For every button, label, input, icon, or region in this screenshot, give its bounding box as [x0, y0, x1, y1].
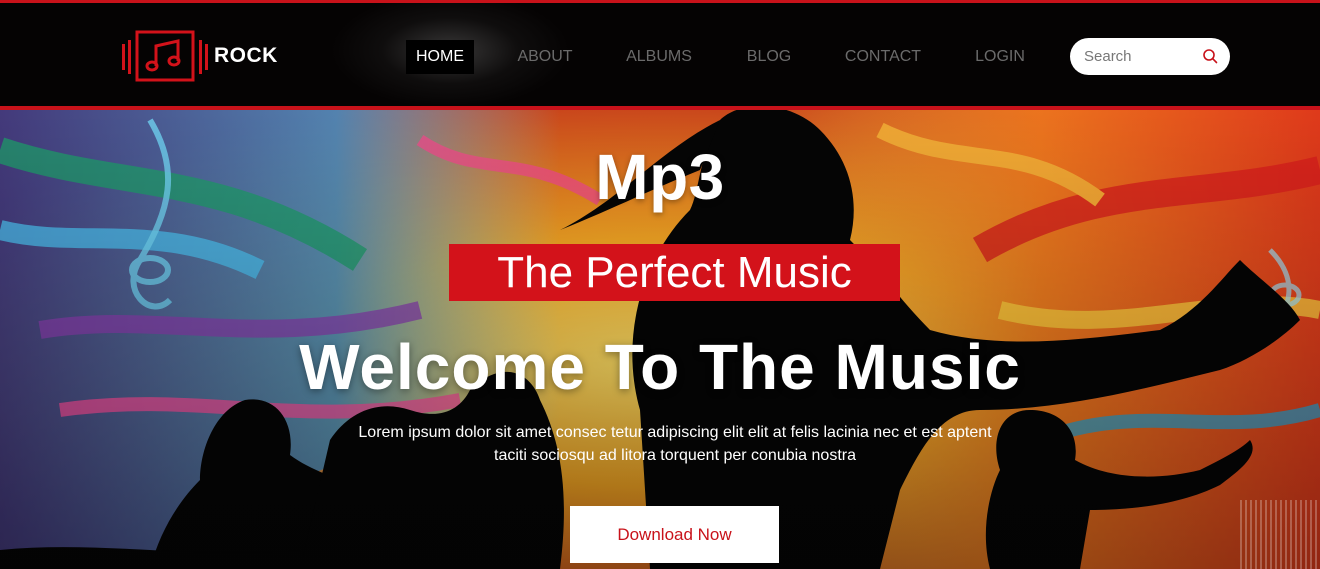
- hero-badge: The Perfect Music: [449, 244, 900, 301]
- nav-item-home[interactable]: HOME: [406, 40, 474, 74]
- nav-item-about[interactable]: ABOUT: [506, 40, 584, 74]
- hero-heading: Welcome To The Music: [299, 331, 1021, 403]
- logo[interactable]: ROCK: [122, 30, 278, 82]
- site-header: ROCK HOME ABOUT ALBUMS BLOG CONTACT LOGI…: [0, 0, 1320, 110]
- logo-text: ROCK: [214, 44, 278, 67]
- nav-item-login[interactable]: LOGIN: [970, 40, 1030, 74]
- hero-paragraph: Lorem ipsum dolor sit amet consec tetur …: [358, 424, 992, 464]
- search-icon[interactable]: [1202, 48, 1218, 64]
- nav-item-blog[interactable]: BLOG: [740, 40, 798, 74]
- nav-item-contact[interactable]: CONTACT: [840, 40, 926, 74]
- hero-glitch-overlay: [1240, 500, 1320, 569]
- download-now-button[interactable]: Download Now: [570, 506, 779, 563]
- search-box: [1070, 38, 1230, 75]
- music-note-logo-icon: [122, 30, 208, 82]
- hero-title: Mp3: [595, 141, 725, 213]
- nav-item-albums[interactable]: ALBUMS: [620, 40, 698, 74]
- search-input[interactable]: [1084, 48, 1194, 65]
